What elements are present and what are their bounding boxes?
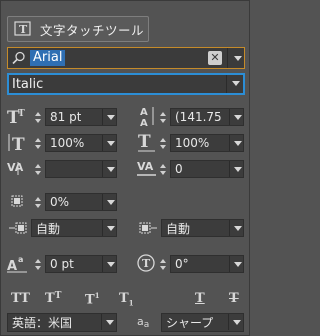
tsume-icon [11,195,23,207]
tracking-icon: VA [137,160,156,176]
chevron-down-icon[interactable] [107,262,115,267]
chevron-down-icon[interactable] [234,167,242,172]
tsume-stepper[interactable] [33,193,43,211]
aki-right-icon [139,222,157,234]
separator [227,48,228,68]
character-rotation-icon: T [137,254,155,272]
chevron-down-icon[interactable] [107,167,115,172]
leading-icon: A A [140,107,154,127]
tracking-field[interactable]: 0 [170,160,244,178]
chevron-down-icon[interactable] [107,226,115,231]
underline-button[interactable]: T [195,291,205,306]
horizontal-scale-field[interactable]: 100% [170,134,244,152]
kerning-icon: VA [7,161,24,175]
horizontal-scale-stepper[interactable] [158,134,168,152]
clear-icon[interactable]: ✕ [208,51,222,65]
small-caps-button[interactable]: TT [45,291,61,306]
touch-type-tool-icon: T [14,21,31,36]
vertical-scale-stepper[interactable] [33,134,43,152]
chevron-down-icon[interactable] [107,141,115,146]
touch-type-tool-button[interactable]: T 文字タッチツール [7,16,149,42]
character-panel: T 文字タッチツール Arial ✕ Italic T T 81 pt A A [0,0,250,336]
font-family-search[interactable]: Arial ✕ [7,47,245,69]
chevron-down-icon[interactable] [107,200,115,205]
svg-text:T: T [138,132,151,152]
baseline-shift-icon: A a [7,255,27,274]
antialias-icon: aa [137,315,150,330]
svg-text:A: A [140,118,148,127]
svg-text:T: T [18,109,25,119]
chevron-down-icon[interactable] [234,141,242,146]
search-icon [8,48,30,68]
font-style-dropdown-arrow[interactable] [232,81,240,86]
font-family-input[interactable]: Arial [30,50,66,66]
antialias-dropdown[interactable]: シャープ [161,313,244,332]
svg-text:T: T [19,23,28,36]
font-family-dropdown-arrow[interactable] [234,56,242,61]
subscript-button[interactable]: T1 [119,291,134,308]
font-size-stepper[interactable] [33,108,43,126]
touch-type-tool-label: 文字タッチツール [40,22,145,38]
baseline-shift-stepper[interactable] [33,255,43,273]
chevron-down-icon[interactable] [233,320,241,325]
aki-right-dropdown[interactable]: 自動 [161,219,244,237]
chevron-down-icon[interactable] [234,226,242,231]
svg-text:VA: VA [7,161,24,174]
svg-text:T: T [12,135,25,153]
font-size-field[interactable]: 81 pt [45,108,117,126]
separator [226,75,227,93]
all-caps-button[interactable]: TT [11,291,30,306]
svg-text:A: A [140,107,148,118]
aki-left-dropdown[interactable]: 自動 [31,219,117,237]
leading-field[interactable]: (141.75 [170,108,244,126]
svg-text:VA: VA [137,160,154,173]
type-style-buttons: TT TT T1 T1 T T [9,291,243,308]
svg-text:a: a [18,255,23,264]
vertical-scale-field[interactable]: 100% [45,134,117,152]
superscript-button[interactable]: T1 [85,291,100,307]
baseline-shift-field[interactable]: 0 pt [45,255,117,273]
chevron-down-icon[interactable] [106,320,114,325]
chevron-down-icon[interactable] [234,262,242,267]
horizontal-scale-icon: T [138,132,155,152]
rotation-stepper[interactable] [158,255,168,273]
kerning-field[interactable] [45,160,117,178]
font-style-value: Italic [12,76,44,92]
language-dropdown[interactable]: 英語：米国 [7,313,117,332]
leading-stepper[interactable] [158,108,168,126]
vertical-scale-icon: T [8,134,25,153]
kerning-stepper[interactable] [33,160,43,178]
rotation-field[interactable]: 0° [170,255,244,273]
tracking-stepper[interactable] [158,160,168,178]
tsume-field[interactable]: 0% [45,193,117,211]
font-style-dropdown[interactable]: Italic [7,73,245,95]
chevron-down-icon[interactable] [107,115,115,120]
strikethrough-button[interactable]: T [229,291,239,306]
aki-left-icon [9,222,27,234]
svg-text:T: T [142,257,151,270]
chevron-down-icon[interactable] [234,115,242,120]
font-size-icon: T T [7,108,25,125]
